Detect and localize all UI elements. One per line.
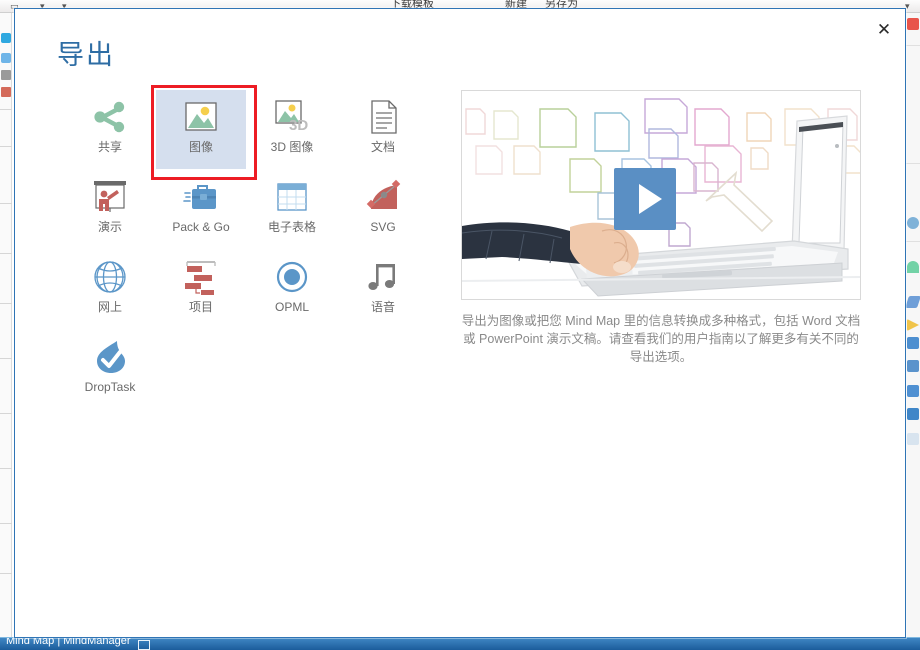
globe-icon xyxy=(88,255,132,299)
background-left-divider xyxy=(0,523,12,524)
export-options-grid: 共享 图像 3D 3D 图像 文档演示 Pack & Go 电子表格 SVG 网上 项目 OPML 语… xyxy=(65,90,445,409)
export-option-label: 共享 xyxy=(98,140,122,154)
export-option-label: 演示 xyxy=(98,220,122,234)
background-left-divider xyxy=(0,203,12,204)
background-left-icon-1 xyxy=(1,53,11,63)
droptask-icon xyxy=(88,335,132,379)
background-left-divider xyxy=(0,573,12,574)
background-right-icon-9 xyxy=(907,433,919,445)
video-preview-illustration xyxy=(462,91,861,300)
background-left-divider xyxy=(0,109,12,110)
taskbar-label: Mind Map | MindManager xyxy=(6,637,131,647)
gantt-icon xyxy=(179,255,223,299)
export-option-[interactable]: 演示 xyxy=(65,170,155,249)
export-option-svg[interactable]: SVG xyxy=(338,170,428,249)
background-taskbar: Mind Map | MindManager xyxy=(0,637,920,650)
briefcase-icon xyxy=(179,175,223,219)
share-icon xyxy=(88,95,132,139)
export-option-label: SVG xyxy=(370,220,395,234)
background-left-divider xyxy=(0,358,12,359)
document-icon xyxy=(361,95,405,139)
image-3d-icon: 3D xyxy=(270,95,314,139)
export-option-[interactable]: 电子表格 xyxy=(247,170,337,249)
export-option-label: 语音 xyxy=(371,300,395,314)
export-option-label: 文档 xyxy=(371,140,395,154)
background-right-panel xyxy=(904,13,920,637)
export-option-label: 网上 xyxy=(98,300,122,314)
page-title: 导出 xyxy=(57,33,115,72)
video-preview-thumbnail[interactable] xyxy=(461,90,861,300)
export-option-3d[interactable]: 3D 3D 图像 xyxy=(247,90,337,169)
export-option-droptask[interactable]: DropTask xyxy=(65,330,155,409)
background-right-icon-1 xyxy=(907,217,919,229)
background-right-icon-0 xyxy=(907,18,919,30)
export-option-label: 电子表格 xyxy=(268,220,316,234)
background-right-icon-5 xyxy=(907,337,919,349)
background-right-icon-2 xyxy=(907,261,919,273)
svg-text:3D: 3D xyxy=(289,117,308,134)
background-right-icon-8 xyxy=(907,408,919,420)
background-left-divider xyxy=(0,253,12,254)
export-dialog: ✕ 导出 共享 图像 3D 3D 图像 文档演示 Pack & Go 电子表格 SVG 网上 项目… xyxy=(14,8,906,638)
image-icon xyxy=(179,95,223,139)
background-right-divider xyxy=(904,45,920,46)
export-option-[interactable]: 文档 xyxy=(338,90,428,169)
background-right-icon-6 xyxy=(907,360,919,372)
background-left-icon-2 xyxy=(1,70,11,80)
export-option-[interactable]: 共享 xyxy=(65,90,155,169)
export-option-label: DropTask xyxy=(85,380,136,394)
export-option-pack-go[interactable]: Pack & Go xyxy=(156,170,246,249)
export-option-label: 图像 xyxy=(189,140,213,154)
opml-circle-icon xyxy=(270,255,314,299)
export-description-text: 导出为图像或把您 Mind Map 里的信息转换成多种格式，包括 Word 文档… xyxy=(461,312,861,366)
background-left-panel xyxy=(0,13,12,637)
export-option-label: OPML xyxy=(275,300,309,314)
export-option-[interactable]: 网上 xyxy=(65,250,155,329)
export-option-label: 项目 xyxy=(189,300,213,314)
background-right-icon-7 xyxy=(907,385,919,397)
background-left-divider xyxy=(0,413,12,414)
export-option-[interactable]: 项目 xyxy=(156,250,246,329)
close-icon[interactable]: ✕ xyxy=(871,17,897,43)
export-option-label: 3D 图像 xyxy=(271,140,314,154)
background-right-icon-3 xyxy=(905,296,920,308)
svg-curve-icon xyxy=(361,175,405,219)
export-option-label: Pack & Go xyxy=(172,220,229,234)
background-right-divider xyxy=(904,241,920,242)
spreadsheet-icon xyxy=(270,175,314,219)
background-left-divider xyxy=(0,468,12,469)
background-left-icon-3 xyxy=(1,87,11,97)
taskbar-window-icon xyxy=(138,640,150,650)
presentation-icon xyxy=(88,175,132,219)
background-left-divider xyxy=(0,146,12,147)
export-option-opml[interactable]: OPML xyxy=(247,250,337,329)
background-right-icon-4 xyxy=(907,319,919,331)
export-option-[interactable]: 语音 xyxy=(338,250,428,329)
background-left-divider xyxy=(0,303,12,304)
music-note-icon xyxy=(361,255,405,299)
export-option-[interactable]: 图像 xyxy=(156,90,246,169)
background-left-icon-0 xyxy=(1,33,11,43)
background-right-divider xyxy=(904,163,920,164)
